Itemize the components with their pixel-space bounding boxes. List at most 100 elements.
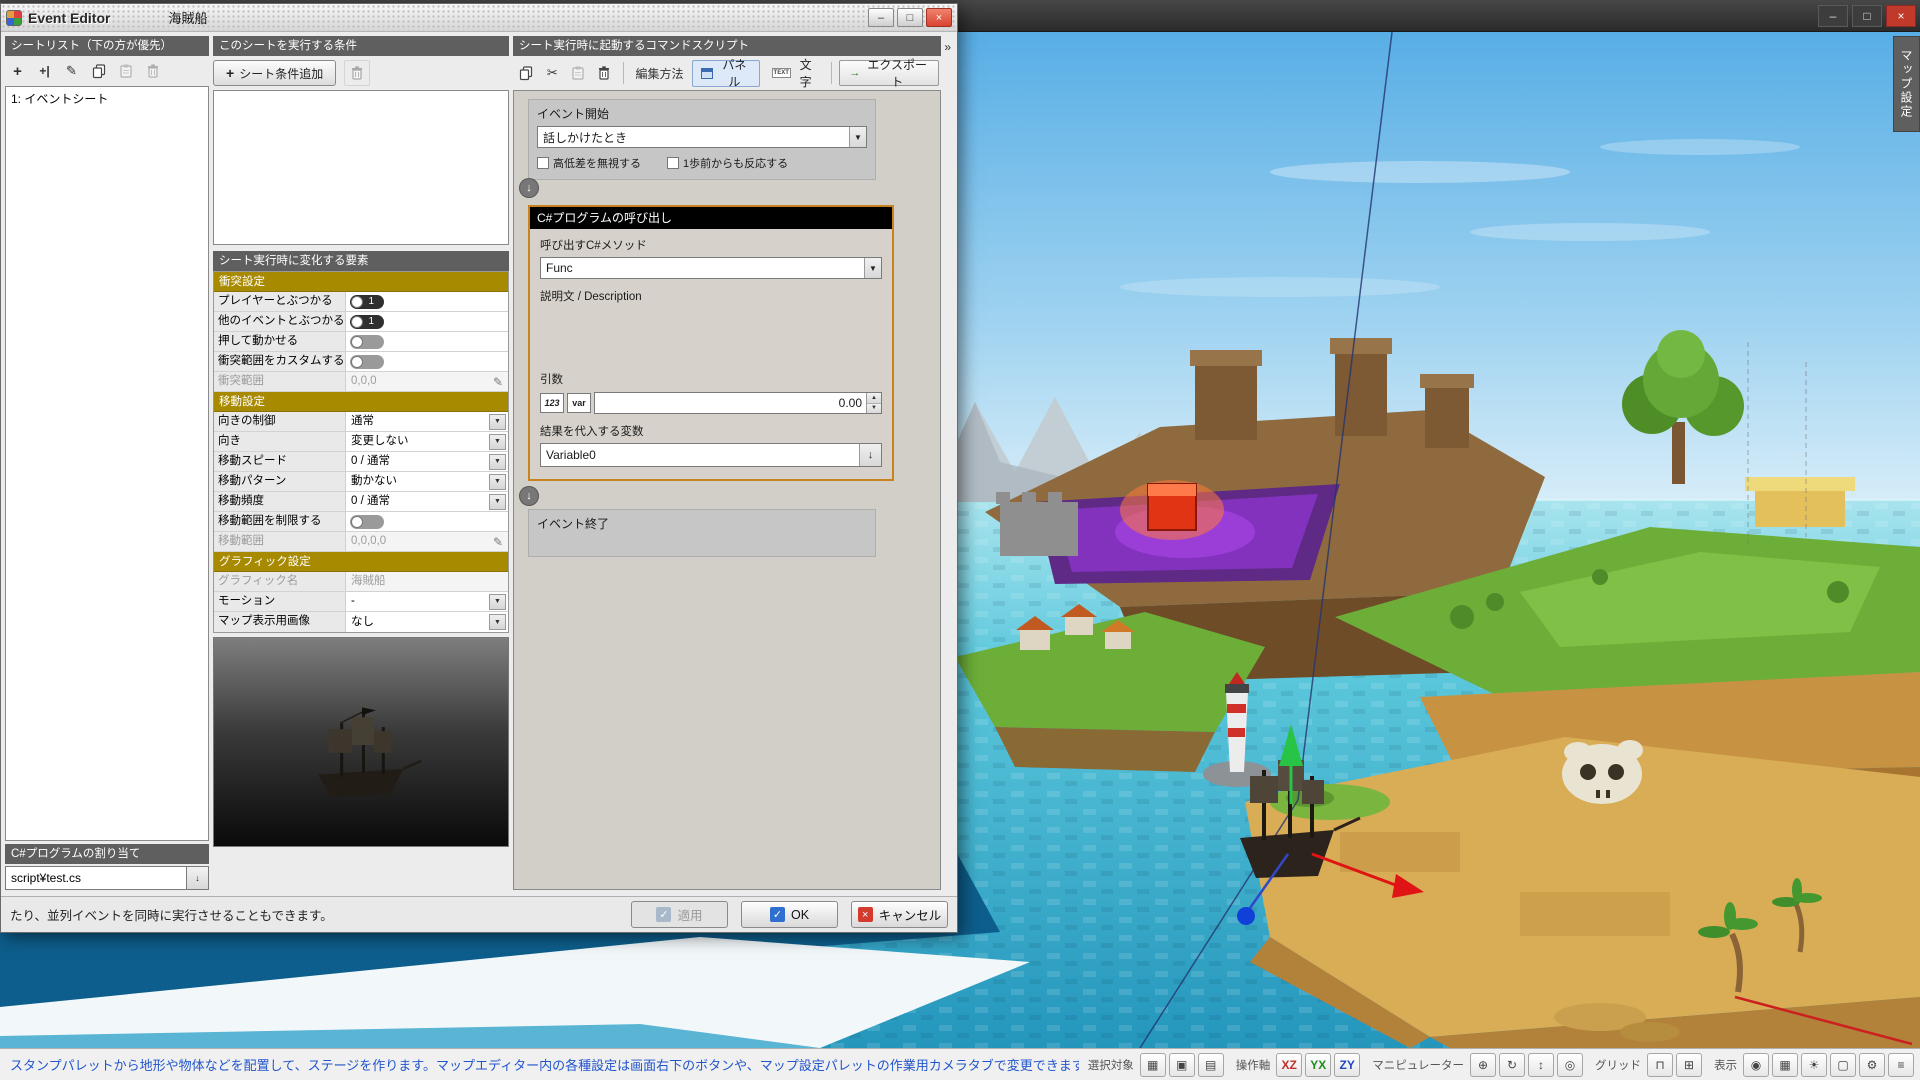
dropdown-arrow-button[interactable]: ▼: [489, 434, 506, 450]
settings-gear-button[interactable]: ⚙: [1859, 1053, 1885, 1077]
grid-snap-button[interactable]: ⊓: [1647, 1053, 1673, 1077]
dropdown-arrow-button[interactable]: ▼: [489, 414, 506, 430]
panel-icon: [701, 68, 714, 79]
command-script-panel: シート実行時に起動するコマンドスクリプト ✂ 編集方法 パネル TEXT 文字 …: [513, 36, 941, 890]
toggle-switch-off[interactable]: [350, 355, 384, 369]
dropdown-arrow-button[interactable]: ▼: [489, 454, 506, 470]
csharp-file-dropdown-button[interactable]: ↓: [187, 866, 209, 890]
display-grid-button[interactable]: ▦: [1772, 1053, 1798, 1077]
add-condition-button[interactable]: + シート条件追加: [213, 60, 336, 86]
select-target-event-button[interactable]: ▤: [1198, 1053, 1224, 1077]
axis-yx-button[interactable]: YX: [1305, 1053, 1331, 1077]
manipulator-rotate-button[interactable]: ↻: [1499, 1053, 1525, 1077]
sheet-list[interactable]: 1: イベントシート: [5, 86, 209, 841]
toolbar-overflow-chevron[interactable]: »: [944, 40, 951, 54]
close-button[interactable]: ×: [926, 8, 952, 27]
toggle-switch-off[interactable]: [350, 515, 384, 529]
apply-icon: ✓: [656, 907, 671, 922]
axis-zy-button[interactable]: ZY: [1334, 1053, 1360, 1077]
export-label: エクスポート: [865, 56, 929, 90]
grid-toggle-button[interactable]: ⊞: [1676, 1053, 1702, 1077]
manipulator-world-button[interactable]: ◎: [1557, 1053, 1583, 1077]
select-target-object-button[interactable]: ▣: [1169, 1053, 1195, 1077]
toggle-switch-on[interactable]: 1: [350, 295, 384, 309]
property-value-text: 0,0,0: [348, 372, 490, 391]
dialog-footer: たり、並列イベントを同時に実行させることもできます。 ✓ 適用 ✓ OK × キ…: [1, 896, 957, 932]
dropdown-arrow-button[interactable]: ▼: [489, 474, 506, 490]
add-sheet-button[interactable]: +: [5, 59, 30, 83]
text-mode-toggle[interactable]: TEXT 文字: [763, 60, 825, 87]
edit-range-pencil-icon[interactable]: ✎: [490, 375, 506, 389]
copy-command-button[interactable]: [515, 61, 538, 85]
toolbar-separator: [623, 62, 624, 84]
display-camera-button[interactable]: ▢: [1830, 1053, 1856, 1077]
numeric-arg-button[interactable]: 123: [540, 393, 564, 413]
manipulator-scale-button[interactable]: ↕: [1528, 1053, 1554, 1077]
ignore-height-checkbox[interactable]: 高低差を無視する: [537, 155, 641, 171]
event-end-block[interactable]: イベント終了: [528, 509, 876, 557]
main-close-button[interactable]: ×: [1886, 5, 1916, 27]
delete-sheet-button[interactable]: [140, 59, 165, 83]
export-button[interactable]: → エクスポート: [839, 60, 939, 86]
display-light-button[interactable]: ☀: [1801, 1053, 1827, 1077]
command-script-canvas[interactable]: イベント開始 話しかけたとき ▼ 高低差を無視する 1歩前からも反応する: [513, 90, 941, 890]
csharp-file-value[interactable]: script¥test.cs: [5, 866, 187, 890]
trigger-dropdown[interactable]: 話しかけたとき ▼: [537, 126, 867, 148]
csharp-call-block[interactable]: C#プログラムの呼び出し 呼び出すC#メソッド Func ▼ 説明文 / Des…: [528, 205, 894, 481]
manipulator-move-button[interactable]: ⊕: [1470, 1053, 1496, 1077]
dropdown-arrow-button[interactable]: ▼: [489, 614, 506, 630]
property-grid: 衝突設定プレイヤーとぶつかる1他のイベントとぶつかる1押して動かせる衝突範囲をカ…: [213, 271, 509, 633]
cancel-button[interactable]: × キャンセル: [851, 901, 948, 928]
main-maximize-button[interactable]: □: [1852, 5, 1882, 27]
result-variable-dropdown[interactable]: Variable0 ↓: [540, 443, 882, 467]
property-label: 向き: [214, 432, 346, 451]
argument-input[interactable]: 0.00 ▲ ▼: [594, 392, 882, 414]
spinner-down-icon[interactable]: ▼: [867, 404, 881, 414]
paste-sheet-button: [113, 59, 138, 83]
dropdown-arrow-button[interactable]: ▼: [489, 594, 506, 610]
paste-command-button[interactable]: [567, 61, 590, 85]
maximize-button[interactable]: □: [897, 8, 923, 27]
copy-sheet-button[interactable]: [86, 59, 111, 83]
trash-icon: [145, 63, 161, 79]
property-value-text: 海賊船: [348, 572, 506, 591]
description-area: [540, 304, 882, 362]
ignore-height-label: 高低差を無視する: [553, 155, 641, 171]
command-script-toolbar: ✂ 編集方法 パネル TEXT 文字 → エクスポート: [513, 56, 941, 90]
main-minimize-button[interactable]: –: [1818, 5, 1848, 27]
menu-button[interactable]: ≡: [1888, 1053, 1914, 1077]
event-start-block[interactable]: イベント開始 話しかけたとき ▼ 高低差を無視する 1歩前からも反応する: [528, 99, 876, 180]
dropdown-arrow-button[interactable]: ▼: [489, 494, 506, 510]
map-settings-tab[interactable]: マップ設定: [1893, 36, 1920, 132]
minimize-button[interactable]: –: [868, 8, 894, 27]
argument-spinner[interactable]: ▲ ▼: [866, 393, 881, 413]
variable-arg-button[interactable]: var: [567, 393, 591, 413]
panel-mode-toggle[interactable]: パネル: [692, 60, 760, 87]
insert-command-marker[interactable]: ↓: [520, 487, 538, 505]
apply-button[interactable]: ✓ 適用: [631, 901, 728, 928]
toggle-switch-on[interactable]: 1: [350, 315, 384, 329]
sheet-list-item[interactable]: 1: イベントシート: [6, 87, 208, 110]
react-one-step-checkbox[interactable]: 1歩前からも反応する: [667, 155, 788, 171]
delete-condition-button[interactable]: [344, 60, 370, 86]
property-section-header: 衝突設定: [214, 272, 508, 292]
insert-sheet-button[interactable]: +|: [32, 59, 57, 83]
method-dropdown[interactable]: Func ▼: [540, 257, 882, 279]
edit-range-pencil-icon[interactable]: ✎: [490, 535, 506, 549]
display-visibility-button[interactable]: ◉: [1743, 1053, 1769, 1077]
delete-command-button[interactable]: [593, 61, 616, 85]
toggle-switch-off[interactable]: [350, 335, 384, 349]
event-editor-titlebar[interactable]: Event Editor 海賊船 – □ ×: [1, 4, 957, 32]
cut-command-button[interactable]: ✂: [541, 61, 564, 85]
spinner-up-icon[interactable]: ▲: [867, 393, 881, 404]
conditions-list-box[interactable]: [213, 90, 509, 245]
ok-button[interactable]: ✓ OK: [741, 901, 838, 928]
scissors-icon: ✂: [547, 65, 558, 81]
select-target-map-button[interactable]: ▦: [1140, 1053, 1166, 1077]
axis-xz-button[interactable]: XZ: [1276, 1053, 1302, 1077]
dropdown-arrow-icon: ▼: [849, 127, 866, 147]
window-title: Event Editor: [28, 10, 110, 26]
event-subject-label: 海賊船: [168, 8, 207, 27]
insert-command-marker[interactable]: ↓: [520, 179, 538, 197]
rename-sheet-button[interactable]: ✎: [59, 59, 84, 83]
